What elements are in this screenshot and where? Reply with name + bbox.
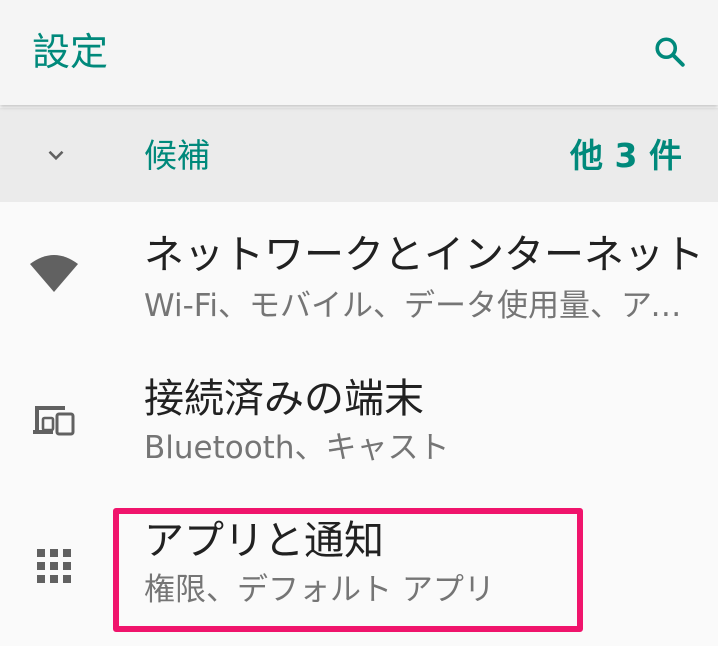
settings-item-subtitle: Bluetooth、キャスト [144, 430, 450, 466]
search-icon [655, 37, 685, 67]
settings-item-apps-notifications[interactable]: アプリと通知 権限、デフォルト アプリ [0, 498, 718, 638]
settings-screen: 設定 候補 他 3 件 ネットワークとインターネット Wi-Fi、モバイル、デー… [0, 0, 718, 646]
settings-item-title: ネットワークとインターネット [144, 232, 704, 278]
suggestions-header[interactable]: 候補 他 3 件 [0, 108, 718, 202]
app-bar: 設定 [0, 0, 718, 105]
expand-button[interactable] [36, 135, 76, 175]
devices-icon-wrap [24, 390, 84, 450]
search-button[interactable] [642, 24, 698, 80]
apps-grid-icon [37, 549, 71, 583]
settings-item-subtitle: 権限、デフォルト アプリ [144, 572, 495, 608]
devices-icon [33, 406, 75, 436]
settings-item-title: 接続済みの端末 [144, 376, 424, 422]
wifi-icon [30, 255, 78, 292]
suggestions-label: 候補 [144, 136, 210, 175]
settings-item-connected-devices[interactable]: 接続済みの端末 Bluetooth、キャスト [0, 356, 718, 496]
suggestions-count: 他 3 件 [570, 136, 682, 175]
settings-item-subtitle: Wi-Fi、モバイル、データ使用量、アクセスポイント [144, 288, 684, 324]
chevron-down-icon [48, 150, 64, 161]
page-title: 設定 [32, 30, 109, 74]
apps-grid-icon-wrap [24, 536, 84, 596]
settings-item-title: アプリと通知 [144, 518, 384, 564]
settings-item-network[interactable]: ネットワークとインターネット Wi-Fi、モバイル、データ使用量、アクセスポイン… [0, 208, 718, 348]
wifi-icon-wrap [24, 244, 84, 304]
